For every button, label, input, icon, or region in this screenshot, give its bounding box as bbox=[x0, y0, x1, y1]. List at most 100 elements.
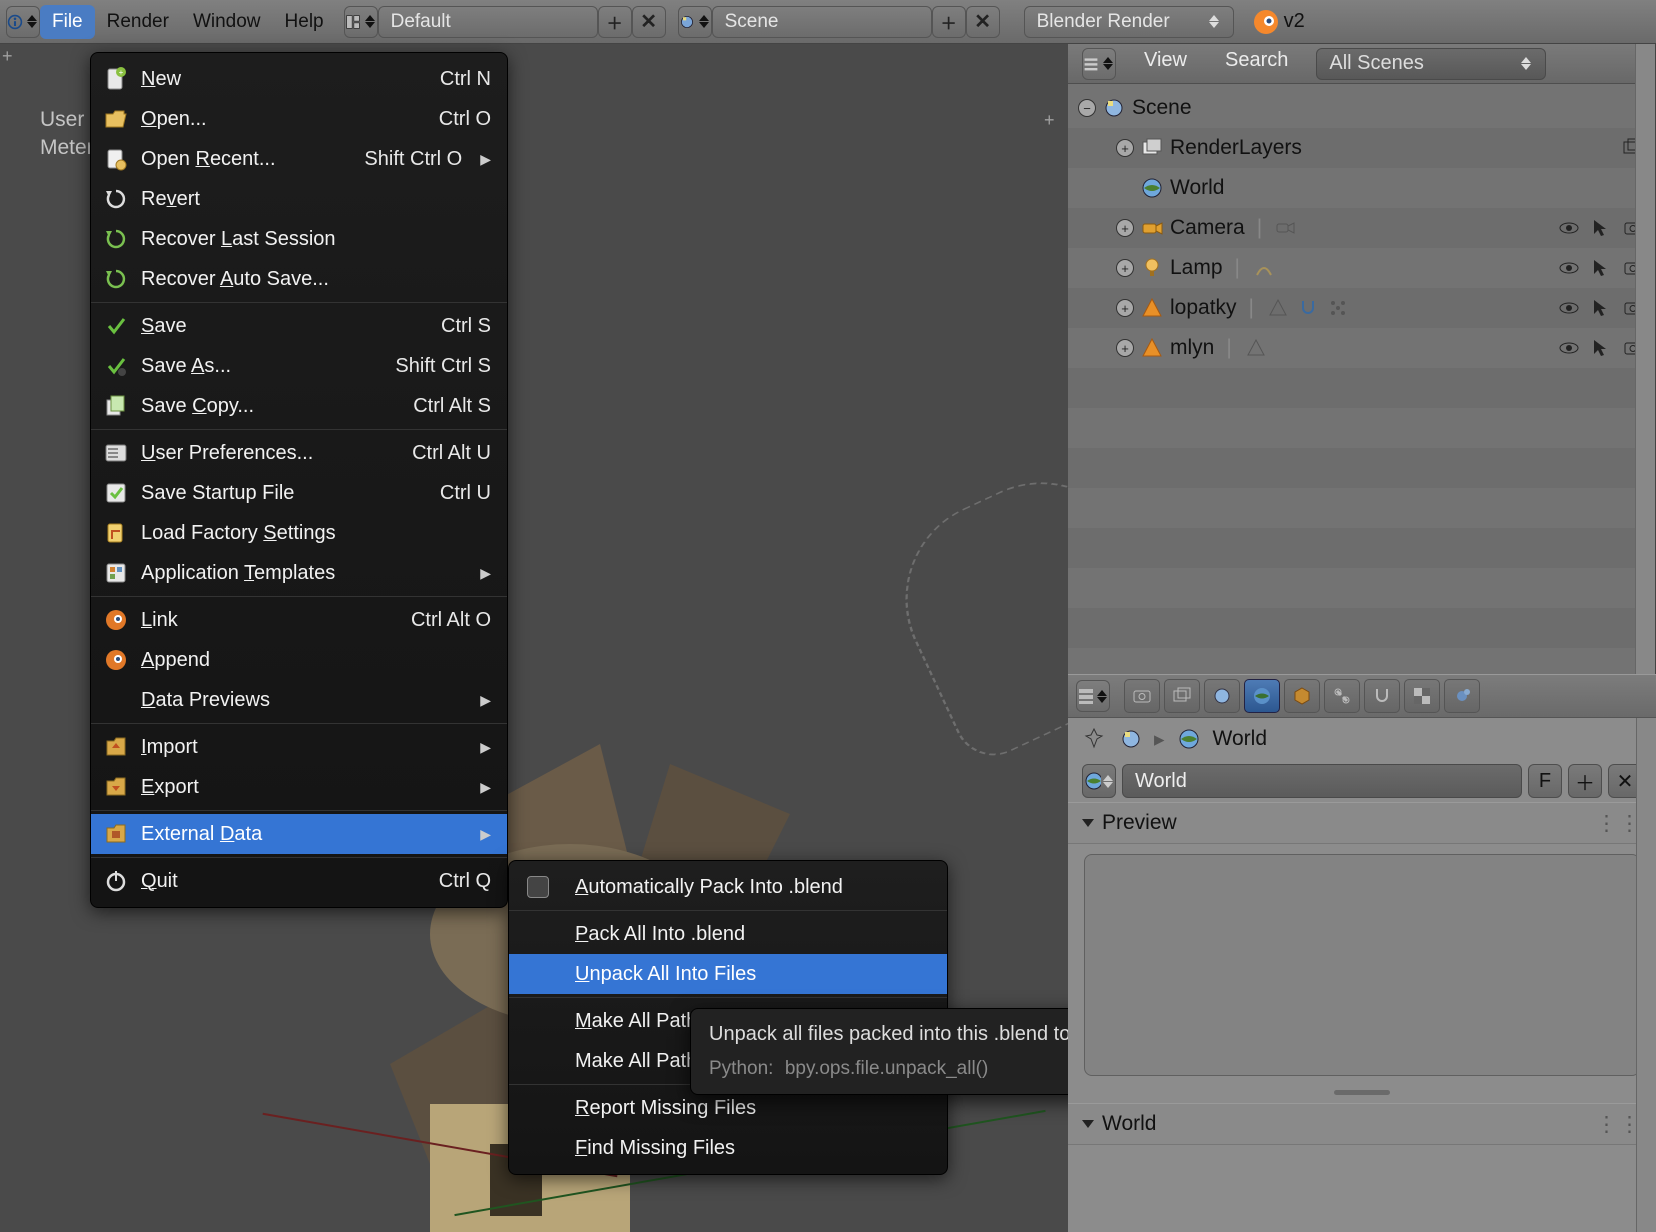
outliner-row-scene[interactable]: − Scene bbox=[1068, 88, 1655, 128]
outliner-tree[interactable]: − Scene + RenderLayers World + Camera | bbox=[1068, 84, 1655, 652]
menu-item-label: Recover Auto Save... bbox=[141, 268, 491, 291]
scene-browse-button[interactable] bbox=[678, 6, 712, 38]
scene-delete-button[interactable]: ✕ bbox=[966, 6, 1000, 38]
context-scene-tab[interactable] bbox=[1204, 679, 1240, 713]
panel-resize-handle[interactable] bbox=[1068, 1086, 1656, 1103]
area-corner-icon[interactable] bbox=[1044, 110, 1062, 128]
menu-window[interactable]: Window bbox=[181, 5, 273, 39]
menu-item[interactable]: Export▶ bbox=[91, 767, 507, 807]
context-render-tab[interactable] bbox=[1124, 679, 1160, 713]
visibility-icon[interactable] bbox=[1557, 216, 1581, 240]
area-corner-icon[interactable] bbox=[2, 46, 18, 62]
startup-icon bbox=[103, 480, 129, 506]
context-physics-tab[interactable] bbox=[1444, 679, 1480, 713]
menu-item[interactable]: Append bbox=[91, 640, 507, 680]
savecopy-icon bbox=[103, 393, 129, 419]
submenu-item[interactable]: Pack All Into .blend bbox=[509, 914, 947, 954]
menu-item[interactable]: Open...Ctrl O bbox=[91, 99, 507, 139]
outliner-editor-type-button[interactable] bbox=[1082, 48, 1116, 80]
outliner-row-world[interactable]: World bbox=[1068, 168, 1655, 208]
outliner-row-renderlayers[interactable]: + RenderLayers bbox=[1068, 128, 1655, 168]
panel-header-preview[interactable]: Preview ⋮⋮ bbox=[1068, 802, 1656, 844]
mesh-data-icon[interactable] bbox=[1266, 296, 1290, 320]
layout-delete-button[interactable]: ✕ bbox=[632, 6, 666, 38]
world-name-input[interactable]: World bbox=[1122, 764, 1522, 798]
outliner-row-empty bbox=[1068, 528, 1655, 568]
info-editor-type-button[interactable] bbox=[6, 6, 40, 38]
context-renderlayers-tab[interactable] bbox=[1164, 679, 1200, 713]
pin-icon[interactable] bbox=[1082, 726, 1108, 752]
menu-help[interactable]: Help bbox=[273, 5, 336, 39]
scene-add-button[interactable]: ＋ bbox=[932, 6, 966, 38]
menu-item[interactable]: +NewCtrl N bbox=[91, 59, 507, 99]
fake-user-button[interactable]: F bbox=[1528, 764, 1562, 798]
layout-browse-button[interactable] bbox=[344, 6, 378, 38]
outliner-row-obj1[interactable]: + lopatky | bbox=[1068, 288, 1655, 328]
menu-item[interactable]: Import▶ bbox=[91, 727, 507, 767]
menu-item[interactable]: LinkCtrl Alt O bbox=[91, 600, 507, 640]
submenu-item[interactable]: Unpack All Into Files bbox=[509, 954, 947, 994]
outliner-row-camera[interactable]: + Camera | bbox=[1068, 208, 1655, 248]
checkbox[interactable] bbox=[527, 876, 549, 898]
layout-add-button[interactable]: ＋ bbox=[598, 6, 632, 38]
visibility-icon[interactable] bbox=[1557, 256, 1581, 280]
menu-item[interactable]: Save Startup FileCtrl U bbox=[91, 473, 507, 513]
panel-header-world[interactable]: World ⋮⋮ bbox=[1068, 1103, 1656, 1145]
world-add-button[interactable]: ＋ bbox=[1568, 764, 1602, 798]
menu-item[interactable]: QuitCtrl Q bbox=[91, 861, 507, 901]
outliner-row-empty bbox=[1068, 368, 1655, 408]
mesh-data-icon[interactable] bbox=[1244, 336, 1268, 360]
submenu-arrow-icon: ▶ bbox=[480, 779, 491, 796]
menu-item-label: Open... bbox=[141, 108, 427, 131]
selectable-icon[interactable] bbox=[1589, 296, 1613, 320]
outliner-display-mode-select[interactable]: All Scenes bbox=[1316, 48, 1546, 80]
visibility-icon[interactable] bbox=[1557, 296, 1581, 320]
vertex-groups-icon[interactable] bbox=[1326, 296, 1350, 320]
menu-item[interactable]: Save Copy...Ctrl Alt S bbox=[91, 386, 507, 426]
breadcrumb-sep-icon: ▸ bbox=[1154, 727, 1165, 752]
submenu-item[interactable]: Automatically Pack Into .blend bbox=[509, 867, 947, 907]
world-browse-button[interactable] bbox=[1082, 764, 1116, 798]
context-world-tab[interactable] bbox=[1244, 679, 1280, 713]
context-texture-tab[interactable] bbox=[1404, 679, 1440, 713]
selectable-icon[interactable] bbox=[1589, 216, 1613, 240]
context-modifiers-tab[interactable] bbox=[1364, 679, 1400, 713]
scene-select[interactable]: Scene bbox=[712, 6, 932, 38]
outliner-row-lamp[interactable]: + Lamp | bbox=[1068, 248, 1655, 288]
link-icon bbox=[103, 607, 129, 633]
outliner-row-empty bbox=[1068, 448, 1655, 488]
camera-data-icon[interactable] bbox=[1274, 216, 1298, 240]
modifier-icon[interactable] bbox=[1296, 296, 1320, 320]
save-icon bbox=[103, 313, 129, 339]
layout-select[interactable]: Default bbox=[378, 6, 598, 38]
outliner-menu-view[interactable]: View bbox=[1134, 49, 1197, 79]
menu-item[interactable]: Recover Auto Save... bbox=[91, 259, 507, 299]
lamp-data-icon[interactable] bbox=[1252, 256, 1276, 280]
render-engine-select[interactable]: Blender Render bbox=[1024, 6, 1234, 38]
recovera-icon bbox=[103, 266, 129, 292]
menu-item[interactable]: User Preferences...Ctrl Alt U bbox=[91, 433, 507, 473]
menu-item[interactable]: Open Recent...Shift Ctrl O▶ bbox=[91, 139, 507, 179]
renderlayers-icon bbox=[1140, 136, 1164, 160]
context-constraints-tab[interactable] bbox=[1324, 679, 1360, 713]
outliner-menu-search[interactable]: Search bbox=[1215, 49, 1298, 79]
menu-item[interactable]: SaveCtrl S bbox=[91, 306, 507, 346]
menu-item[interactable]: Data Previews▶ bbox=[91, 680, 507, 720]
properties-scrollbar[interactable] bbox=[1636, 718, 1656, 1232]
properties-editor-type-button[interactable] bbox=[1076, 680, 1110, 712]
menu-item[interactable]: Load Factory Settings bbox=[91, 513, 507, 553]
visibility-icon[interactable] bbox=[1557, 336, 1581, 360]
outliner-row-obj2[interactable]: + mlyn | bbox=[1068, 328, 1655, 368]
selectable-icon[interactable] bbox=[1589, 256, 1613, 280]
menu-item[interactable]: External Data▶ bbox=[91, 814, 507, 854]
menu-item[interactable]: Save As...Shift Ctrl S bbox=[91, 346, 507, 386]
context-object-tab[interactable] bbox=[1284, 679, 1320, 713]
menu-item[interactable]: Recover Last Session bbox=[91, 219, 507, 259]
selectable-icon[interactable] bbox=[1589, 336, 1613, 360]
outliner-scrollbar[interactable] bbox=[1635, 44, 1655, 674]
menu-item[interactable]: Revert bbox=[91, 179, 507, 219]
menu-render[interactable]: Render bbox=[95, 5, 181, 39]
menu-file[interactable]: File bbox=[40, 5, 95, 39]
menu-item[interactable]: Application Templates▶ bbox=[91, 553, 507, 593]
submenu-item[interactable]: Find Missing Files bbox=[509, 1128, 947, 1168]
